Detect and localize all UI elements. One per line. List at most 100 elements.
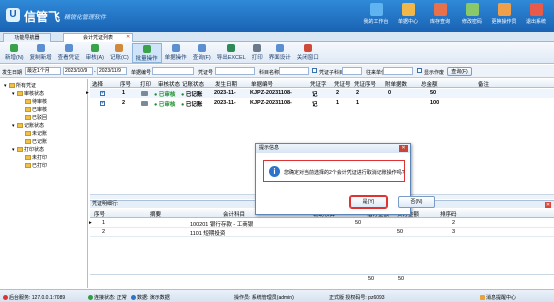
filter-bar: 发生日期 最近1个月 2023/10/9 - 2023/11/9 单据编号 凭证… (0, 65, 554, 78)
toolbar-button-0[interactable]: 新增(N) (2, 43, 27, 63)
detail-close-icon[interactable]: ✕ (545, 202, 551, 208)
toolbar-button-9[interactable]: 打印 (249, 43, 266, 63)
grid-header: 选择 序号 打印 审核状态 记账状态 发生日期 单据编号 凭证字 凭证号 凭证序号 附单据数 总金额 备… (90, 79, 554, 88)
toolbar-label: 打印 (251, 55, 263, 61)
lock-icon (465, 3, 479, 16)
row-checkbox[interactable]: ✔ (100, 90, 105, 96)
subject-code-checkbox[interactable] (312, 68, 317, 73)
doc-ops-icon (171, 44, 180, 52)
add-icon (10, 44, 19, 52)
toolbar-button-10[interactable]: 界面设计 (266, 43, 294, 63)
cell-word: 记 (312, 92, 318, 98)
print-icon (253, 44, 262, 52)
toolbar-button-2[interactable]: 查看凭证 (55, 43, 83, 63)
grid-col-header: 凭证号 (334, 82, 351, 88)
tree-node-8[interactable]: ▾ 打印状态 (12, 146, 44, 154)
no-button[interactable]: 否(N) (398, 196, 435, 208)
subject-code-input[interactable] (342, 67, 362, 75)
close-window-icon (303, 44, 312, 52)
tree-node-0[interactable]: ▾ 所有凭证 (4, 82, 36, 90)
detail-cell-account: 100201 银行存款 - 工商银 (190, 222, 254, 228)
database-icon (131, 295, 136, 301)
tab-voucher-list[interactable]: 会计凭证列表 (63, 33, 133, 42)
tree-node-1[interactable]: ▾ 审核状态 (12, 90, 44, 98)
detail-row[interactable]: 2 1101 短期投资 50 3 (90, 228, 554, 237)
query-button[interactable]: 查询(F) (447, 67, 472, 76)
yes-button[interactable]: 是(Y) (349, 195, 388, 209)
tab-close-icon[interactable]: ✕ (126, 34, 130, 40)
cell-vseq: 2 (356, 90, 360, 96)
toolbar-button-8[interactable]: 导出EXCEL (214, 43, 249, 63)
tree-node-6[interactable]: 未记账 (20, 130, 47, 138)
tree-node-2[interactable]: 待审核 (20, 98, 47, 106)
message-center-link[interactable]: 消息提醒中心 (480, 294, 516, 301)
cell-vno: 1 (336, 100, 340, 106)
connection-status-icon (88, 295, 93, 301)
detail-cell-seq: 1 (102, 220, 106, 226)
tree-node-label: 打印状态 (24, 147, 45, 153)
topnav-item-0[interactable]: 我的工作台 (360, 2, 392, 30)
topnav-item-1[interactable]: 单据中心 (392, 2, 424, 30)
voucher-input[interactable] (215, 67, 255, 75)
toolbar-button-1[interactable]: 复制新增 (27, 43, 55, 63)
toolbar-button-4[interactable]: 记账(C) (107, 43, 132, 63)
toolbar-label: 审核(A) (85, 55, 105, 61)
detail-totals-row: 50 50 (90, 274, 554, 283)
folder-icon (25, 163, 31, 169)
detail-col-header: 排序码 (440, 212, 457, 218)
toolbar-button-3[interactable]: 审核(A) (83, 43, 107, 63)
audit-status: ● 已审核 (154, 102, 176, 108)
unit-input[interactable] (383, 67, 413, 75)
tree-node-3[interactable]: 已审核 (20, 106, 47, 114)
topnav-item-3[interactable]: 修改密码 (456, 2, 488, 30)
folder-icon (17, 123, 23, 129)
tree-node-10[interactable]: 已打印 (20, 162, 47, 170)
folder-icon (25, 99, 31, 105)
detail-row[interactable]: ▸ 1 100201 银行存款 - 工商银 50 2 (89, 219, 554, 228)
show-voided-checkbox[interactable] (417, 68, 422, 73)
date-to-field[interactable]: 2023/11/9 (97, 67, 127, 75)
detail-cell-sort: 2 (452, 220, 456, 226)
topnav-item-5[interactable]: 退出系统 (520, 2, 552, 30)
dialog-close-icon[interactable]: ✕ (399, 145, 408, 152)
tree-node-7[interactable]: 已记账 (20, 138, 47, 146)
audit-icon (90, 44, 99, 52)
toolbar-label: 新增(N) (5, 55, 24, 61)
toolbar-label: 单据操作 (164, 55, 187, 61)
folder-icon (9, 83, 15, 89)
date-from-field[interactable]: 2023/10/9 (63, 67, 93, 75)
cell-date: 2023-11- (214, 100, 236, 106)
status-bar: 后台服务: 127.0.0.1:7089 连接状态: 正常 数据: 演示数据 操… (0, 289, 554, 302)
tab-function-navigator[interactable]: 功能导航器 (3, 33, 51, 42)
topnav-label: 修改密码 (461, 19, 482, 25)
toolbar-label: 批量操作 (135, 56, 158, 62)
subject-label: 科目名称 (259, 70, 280, 76)
folder-icon (25, 155, 31, 161)
tree-node-label: 未记账 (32, 131, 48, 137)
toolbar-label: 查看凭证 (57, 55, 80, 61)
row-checkbox[interactable]: ✔ (100, 100, 105, 106)
post-status: ● 已记账 (181, 92, 203, 98)
cell-total: 50 (430, 90, 437, 96)
date-mode-select[interactable]: 最近1个月 (25, 67, 61, 75)
toolbar-button-11[interactable]: 关闭窗口 (294, 43, 322, 63)
date-label: 发生日期 (2, 70, 23, 76)
table-row[interactable]: ✔ 2 ● 已审核 ● 已记账 2023-11- KJPZ-20231108- 记 1 1 100 (90, 99, 554, 108)
toolbar-button-7[interactable]: 查询(F) (190, 43, 214, 63)
dialog-title: 提示信息 (256, 144, 410, 153)
table-row[interactable]: ▸ ✔ 1 ● 已审核 ● 已记账 2023-11- KJPZ-20231108- 记 2 2 0 5… (86, 89, 554, 98)
subject-input[interactable] (279, 67, 309, 75)
app-brand: 信管飞 (24, 10, 61, 24)
grid-col-header: 凭证序号 (354, 82, 377, 88)
tree-node-9[interactable]: 未打印 (20, 154, 47, 162)
docno-input[interactable] (152, 67, 194, 75)
toolbar-button-5[interactable]: 批量操作 (131, 43, 162, 63)
topnav-item-4[interactable]: 更换操作员 (488, 2, 520, 30)
tree-node-label: 记账状态 (24, 123, 45, 129)
topnav-item-2[interactable]: 库存查询 (424, 2, 456, 30)
toolbar-button-6[interactable]: 单据操作 (162, 43, 190, 63)
tree-node-5[interactable]: ▾ 记账状态 (12, 122, 44, 130)
row-indicator: ▸ (86, 90, 89, 96)
tree-node-4[interactable]: 已驳回 (20, 114, 47, 122)
toolbar-label: 关闭窗口 (296, 55, 319, 61)
